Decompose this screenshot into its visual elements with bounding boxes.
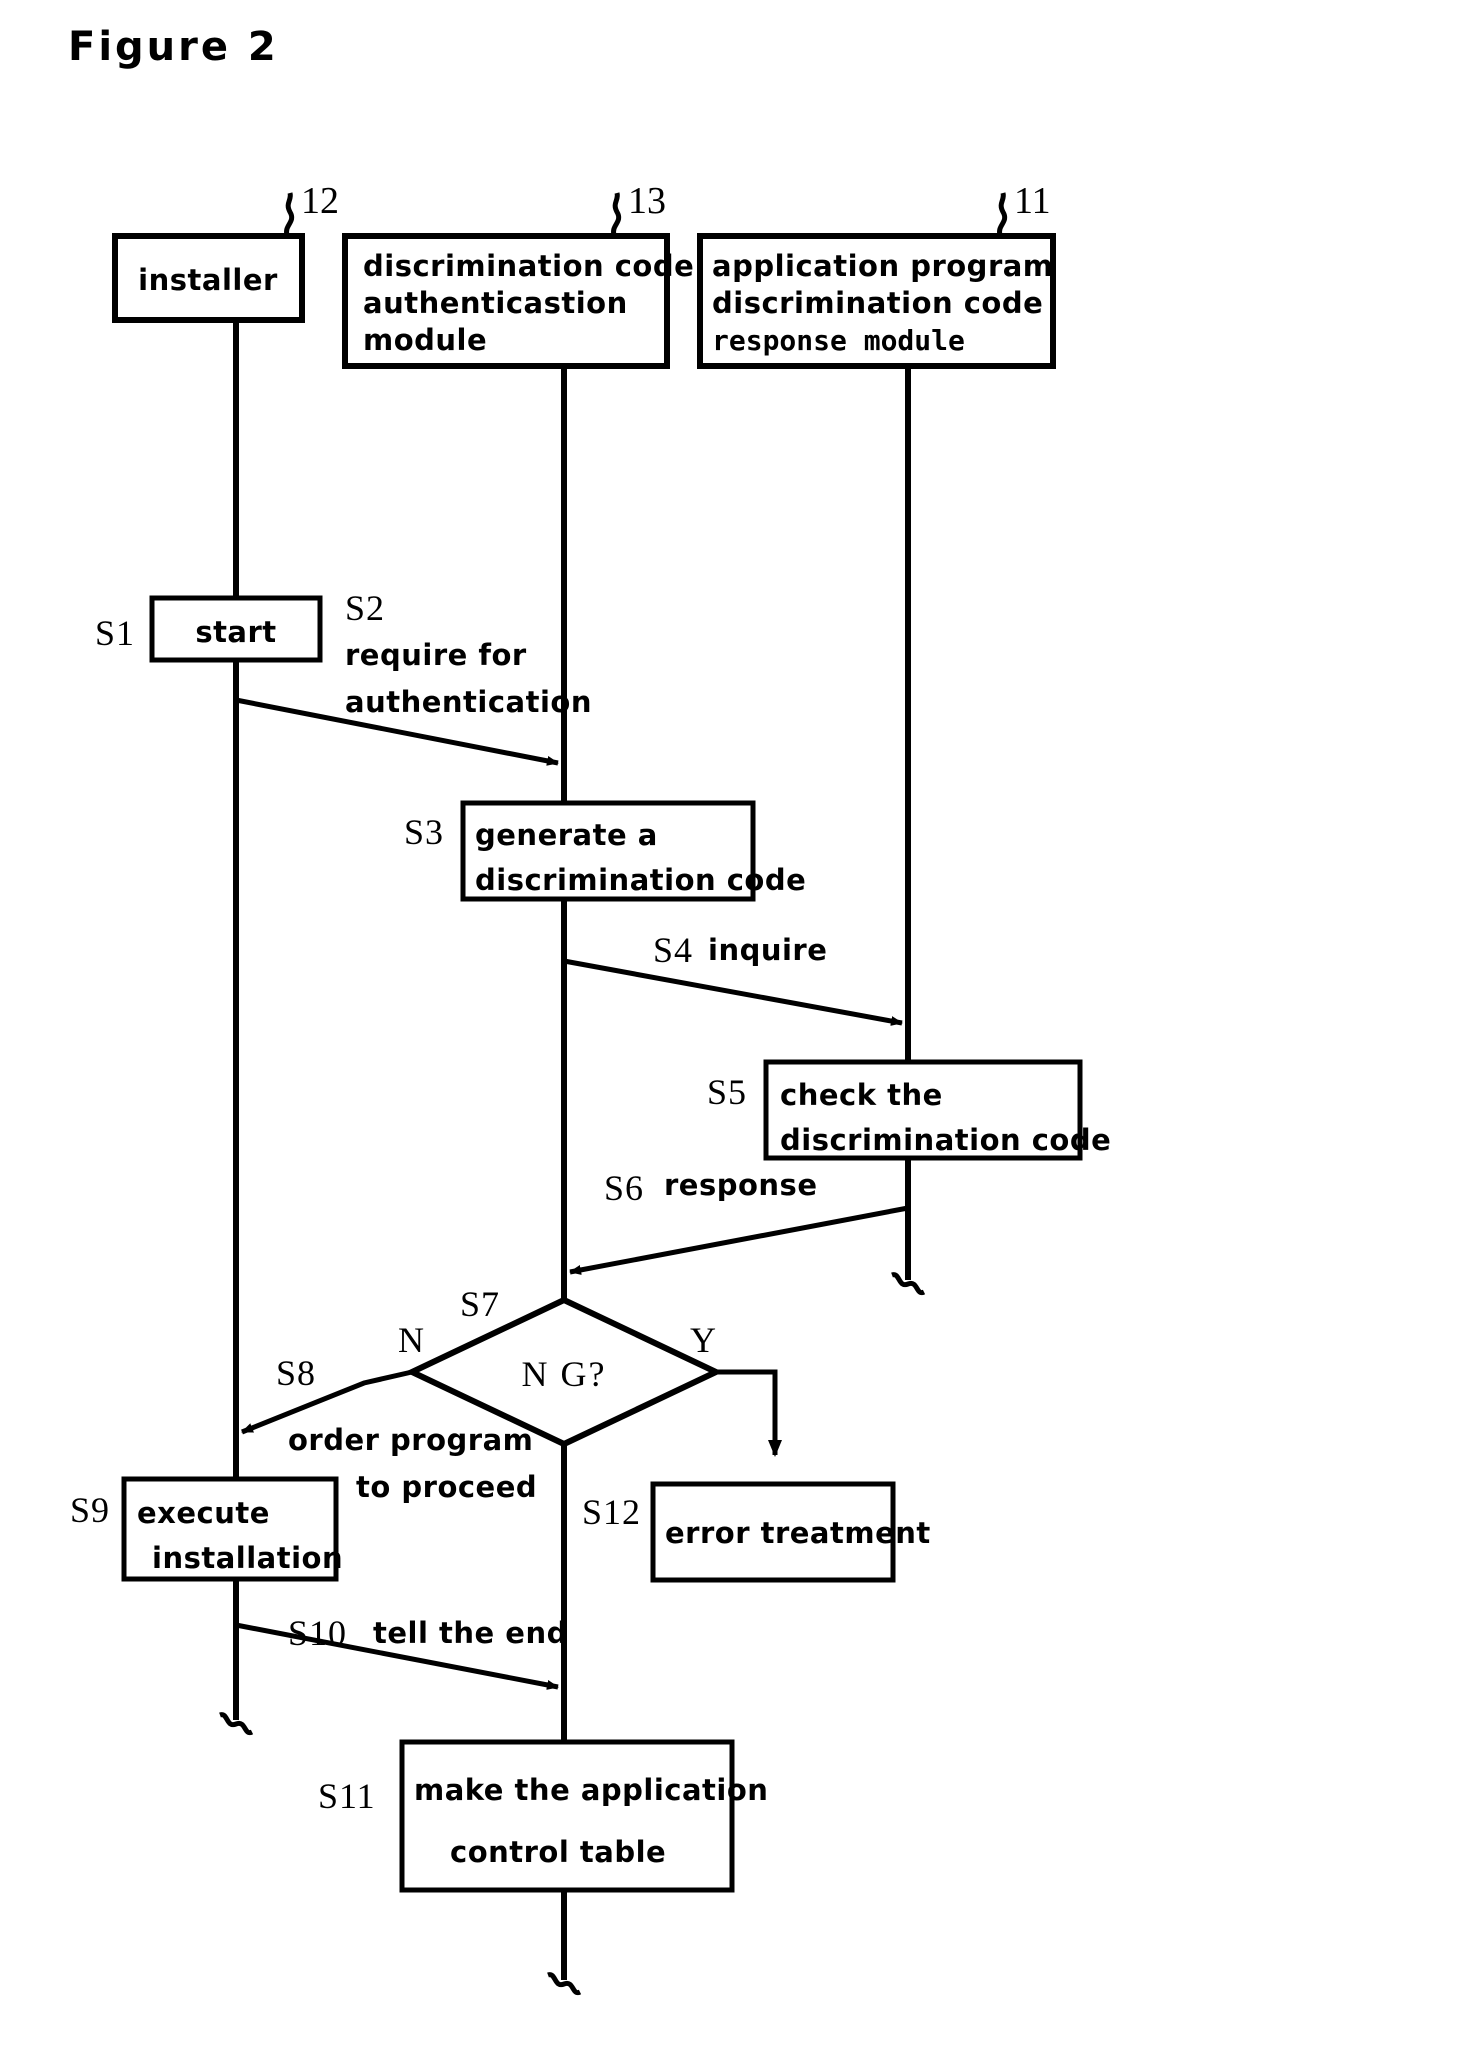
step-s2-tag: S2 (345, 588, 385, 628)
step-s11-text-line2: control table (450, 1835, 666, 1869)
step-s11-tag: S11 (318, 1776, 376, 1816)
step-s2-text-line1: require for (345, 638, 527, 672)
step-s10-text: tell the end (373, 1616, 568, 1650)
branch-yes-path (716, 1369, 782, 1457)
step-s12-tag: S12 (582, 1492, 641, 1532)
lifeline-label-auth-module-line1: discrimination code (363, 249, 694, 283)
patent-figure-page: Figure 2 installer 12 discrimination cod… (0, 0, 1473, 2067)
step-s12-error-treatment: error treatment S12 (582, 1481, 931, 1583)
step-s8-text-line2: to proceed (356, 1470, 537, 1504)
step-s1-label: start (195, 615, 276, 649)
step-s11-make-control-table: make the application control table S11 (318, 1739, 768, 1893)
lifeline-label-auth-module-line2: authenticastion (363, 286, 628, 320)
step-s12-text: error treatment (665, 1516, 931, 1550)
step-s3-generate-code: generate a discrimination code S3 (404, 800, 806, 902)
step-s3-text-line1: generate a (475, 818, 658, 852)
step-s10-tell-the-end: S10 tell the end (235, 1613, 568, 1690)
step-s5-text-line2: discrimination code (780, 1123, 1111, 1157)
lifeline-label-response-module-line2: discrimination code (712, 286, 1043, 320)
lifeline-label-installer: installer (138, 263, 278, 297)
step-s9-execute-installation: execute installation S9 (70, 1476, 343, 1582)
step-s7-tag: S7 (460, 1284, 500, 1324)
step-s7-decision-ng: N G? S7 N Y (398, 1284, 724, 1448)
step-s9-tag: S9 (70, 1490, 110, 1530)
lifeline-label-auth-module-line3: module (363, 323, 487, 357)
sequence-diagram: installer 12 discrimination code authent… (70, 180, 1111, 1996)
step-s6-response: S6 response (569, 1168, 909, 1275)
step-s9-text-line2: installation (152, 1541, 343, 1575)
step-s3-text-line2: discrimination code (475, 863, 806, 897)
step-s9-text-line1: execute (137, 1496, 270, 1530)
step-s4-tag: S4 (653, 930, 693, 970)
lifeline-header-response-module: application program discrimination code … (697, 180, 1056, 369)
step-s6-tag: S6 (604, 1168, 644, 1208)
step-s10-tag: S10 (288, 1613, 347, 1653)
step-s7-decision-text: N G? (522, 1354, 607, 1394)
step-s4-inquire: S4 inquire (563, 930, 903, 1026)
lifeline-header-installer: installer 12 (112, 180, 339, 323)
reference-numeral-13: 13 (628, 180, 666, 222)
reference-numeral-11: 11 (1014, 180, 1051, 222)
step-s8-tag: S8 (276, 1353, 316, 1393)
step-s1-start: start S1 (95, 595, 323, 663)
step-s3-tag: S3 (404, 812, 444, 852)
step-s7-branch-no: N (398, 1320, 424, 1360)
step-s5-check-code: check the discrimination code S5 (707, 1059, 1111, 1161)
step-s5-tag: S5 (707, 1072, 747, 1112)
lifeline-header-auth-module: discrimination code authenticastion modu… (342, 180, 694, 369)
step-s1-tag: S1 (95, 613, 135, 653)
step-s2-text-line2: authentication (345, 685, 592, 719)
reference-numeral-12: 12 (301, 180, 339, 222)
step-s7-branch-yes: Y (690, 1320, 716, 1360)
lifeline-label-response-module-line1: application program (712, 249, 1054, 283)
step-s6-text: response (664, 1168, 818, 1202)
step-s8-text-line1: order program (288, 1423, 533, 1457)
step-s11-text-line1: make the application (414, 1773, 768, 1807)
lifeline-label-response-module-line3: response module (712, 324, 965, 357)
step-s4-text: inquire (708, 933, 827, 967)
step-s5-text-line1: check the (780, 1078, 943, 1112)
